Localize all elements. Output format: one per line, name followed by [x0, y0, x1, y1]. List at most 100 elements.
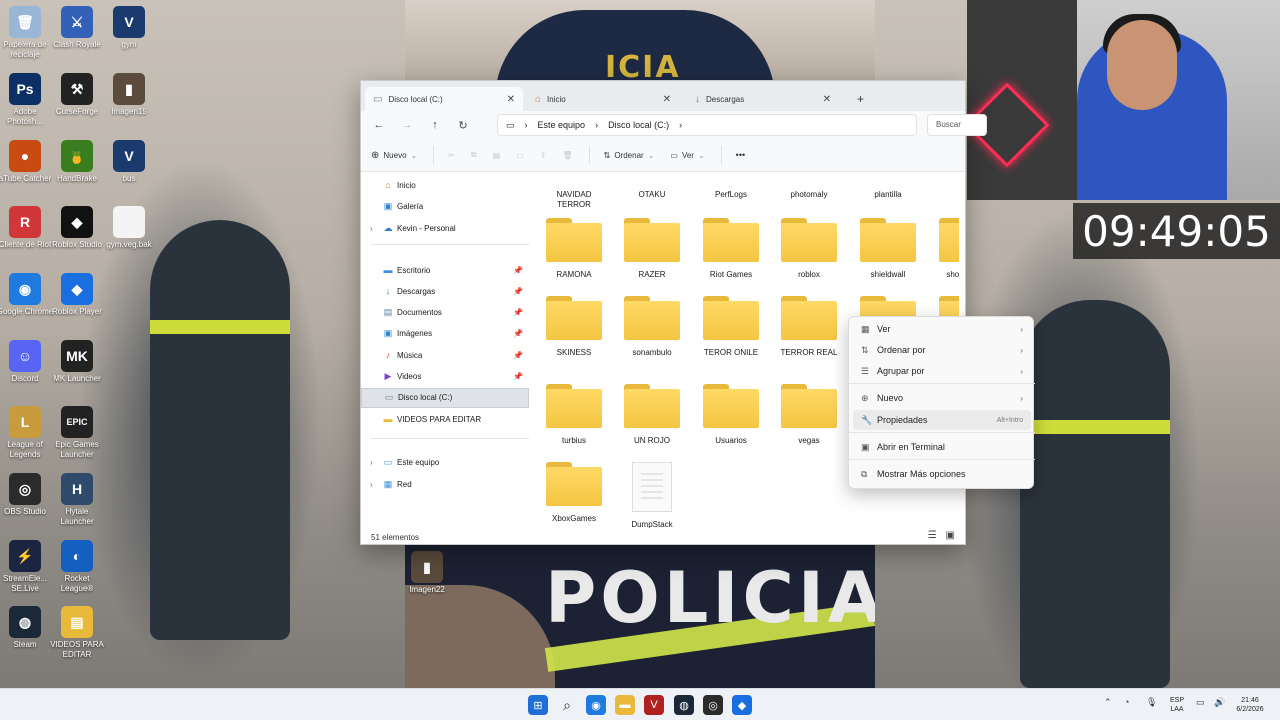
tiles-view-icon[interactable]: ▣	[946, 530, 955, 541]
language-indicator[interactable]: ESP LAA	[1166, 696, 1188, 714]
context-menu-item[interactable]: ☰ Agrupar por ›	[853, 361, 1031, 381]
address-breadcrumb[interactable]: ▭ › Este equipo › Disco local (C:) ›	[497, 114, 917, 136]
context-menu-item[interactable]: ⇅ Ordenar por ›	[853, 340, 1031, 360]
folder-item[interactable]: PerfLogs	[696, 172, 766, 200]
breadcrumb-item[interactable]: Este equipo	[538, 120, 586, 130]
desktop-shortcut[interactable]: ☺ Discord	[0, 340, 54, 384]
desktop-shortcut[interactable]: ◎ OBS Studio	[0, 473, 54, 517]
folder-item[interactable]: shieldwall	[853, 218, 923, 280]
close-tab-icon[interactable]: ✕	[823, 94, 831, 105]
sidebar-item[interactable]: ▣ Galería	[361, 196, 529, 216]
taskbar-steam-icon[interactable]: ◍	[674, 695, 694, 715]
sidebar-item[interactable]: ▤ Documentos 📌	[361, 303, 529, 323]
folder-item[interactable]: plantilla	[853, 172, 923, 200]
new-tab-button[interactable]: +	[849, 87, 873, 111]
desktop-shortcut[interactable]: 🗑 Papelera de reciclaje	[0, 6, 54, 60]
file-item[interactable]: DumpStack	[617, 462, 687, 528]
desktop-shortcut[interactable]: ⚡ StreamEle... SE.Live	[0, 540, 54, 594]
desktop-shortcut[interactable]: ▮ Imagen15	[100, 73, 158, 117]
chevron-right-icon[interactable]: ›	[370, 458, 373, 467]
monitor-icon[interactable]: ▭	[1196, 697, 1205, 708]
context-menu-item[interactable]: ⊕ Nuevo ›	[853, 388, 1031, 408]
microphone-icon[interactable]: 🎙	[1146, 697, 1157, 708]
context-menu-item[interactable]: 🔧 Propiedades Alt+Intro	[853, 410, 1031, 430]
folder-item[interactable]: quic	[932, 172, 959, 200]
desktop-shortcut[interactable]: MK MK Launcher	[48, 340, 106, 384]
desktop-shortcut[interactable]: H Hytale Launcher	[48, 473, 106, 527]
folder-item[interactable]: roblox	[774, 218, 844, 280]
desktop-shortcut[interactable]: ▤ VIDEOS PARA EDITAR	[48, 606, 106, 660]
context-menu-item[interactable]: ⧉ Mostrar Más opciones	[853, 464, 1031, 484]
close-tab-icon[interactable]: ✕	[507, 94, 515, 105]
folder-item[interactable]: OTAKU	[617, 172, 687, 200]
sidebar-item[interactable]: › ☁ Kevin - Personal	[361, 218, 529, 238]
chevron-right-icon[interactable]: ›	[370, 480, 373, 489]
sidebar-item[interactable]: › ▭ Este equipo	[361, 452, 529, 472]
taskbar-vegas-icon[interactable]: V	[644, 695, 664, 715]
sidebar-item[interactable]: ▭ Disco local (C:)	[361, 387, 529, 408]
sidebar-item[interactable]: ↓ Descargas 📌	[361, 281, 529, 301]
desktop-shortcut[interactable]: ▮ Imagen22	[398, 551, 456, 595]
taskbar-chrome-icon[interactable]: ◉	[586, 695, 606, 715]
context-menu-item[interactable]: ▣ Abrir en Terminal	[853, 437, 1031, 457]
taskbar-obs-icon[interactable]: ◎	[703, 695, 723, 715]
desktop-shortcut[interactable]: L League of Legends	[0, 406, 54, 460]
refresh-icon[interactable]: ↻	[449, 119, 477, 132]
folder-item[interactable]: SKINESS	[539, 296, 609, 358]
desktop-shortcut[interactable]: ● aTube Catcher	[0, 140, 54, 184]
folder-item[interactable]: shopgames	[932, 218, 959, 280]
folder-item[interactable]: vegas	[774, 384, 844, 446]
share-icon[interactable]: ⇪	[540, 151, 547, 160]
taskbar-roblox-studio-icon[interactable]: ◆	[732, 695, 752, 715]
folder-item[interactable]: RAZER	[617, 218, 687, 280]
folder-item[interactable]: Riot Games	[696, 218, 766, 280]
folder-item[interactable]: UN ROJO	[617, 384, 687, 446]
desktop-shortcut[interactable]: Ps Adobe Photosh...	[0, 73, 54, 127]
sidebar-item[interactable]: ▬ VIDEOS PARA EDITAR	[361, 409, 529, 429]
sidebar-item[interactable]: › ▦ Red	[361, 474, 529, 494]
view-button[interactable]: ▭ Ver ⌄	[670, 151, 704, 160]
sidebar-item[interactable]: ⌂ Inicio	[361, 175, 529, 195]
desktop-shortcut[interactable]: ⚒ CurseForge	[48, 73, 106, 117]
taskbar-start-icon[interactable]: ⊞	[528, 695, 548, 715]
taskbar-explorer-icon[interactable]: ▬	[615, 695, 635, 715]
back-arrow-icon[interactable]: ←	[365, 119, 393, 131]
sidebar-item[interactable]: ♪ Música 📌	[361, 345, 529, 365]
up-arrow-icon[interactable]: ↑	[421, 119, 449, 131]
tab-descargas[interactable]: ↓ Descargas ✕	[687, 87, 839, 111]
taskbar-search-icon[interactable]: ⌕	[557, 695, 577, 715]
context-menu-item[interactable]: ▦ Ver ›	[853, 319, 1031, 339]
sidebar-item[interactable]: ▣ Imágenes 📌	[361, 324, 529, 344]
sort-button[interactable]: ⇅ Ordenar ⌄	[604, 151, 655, 160]
desktop-shortcut[interactable]: ◆ Roblox Studio	[48, 206, 106, 250]
folder-item[interactable]: photomaly	[774, 172, 844, 200]
folder-item[interactable]: sonambulo	[617, 296, 687, 358]
sidebar-item[interactable]: ▬ Escritorio 📌	[361, 260, 529, 280]
new-button[interactable]: ⊕ Nuevo ⌄	[371, 150, 417, 161]
folder-item[interactable]: TERROR REAL	[774, 296, 844, 358]
chevron-right-icon[interactable]: ›	[370, 224, 373, 233]
copy-icon[interactable]: ⧉	[471, 150, 477, 160]
more-options-icon[interactable]: •••	[736, 150, 745, 160]
tab-inicio[interactable]: ⌂ Inicio ✕	[527, 87, 679, 111]
network-icon[interactable]: ◔	[1124, 697, 1129, 707]
desktop-shortcut[interactable]: ◉ Google Chrome	[0, 273, 54, 317]
folder-item[interactable]: Usuarios	[696, 384, 766, 446]
forward-arrow-icon[interactable]: →	[393, 119, 421, 131]
search-input[interactable]: Buscar	[927, 114, 987, 136]
folder-item[interactable]: XboxGames	[539, 462, 609, 524]
desktop-shortcut[interactable]: Vgym	[100, 6, 158, 50]
desktop-shortcut[interactable]: EPIC Epic Games Launcher	[48, 406, 106, 460]
folder-item[interactable]: NAVIDAD TERROR	[539, 172, 609, 210]
delete-icon[interactable]: 🗑	[562, 151, 572, 160]
desktop-shortcut[interactable]: gym.veg.bak	[100, 206, 158, 250]
desktop-shortcut[interactable]: ◆ Roblox Player	[48, 273, 106, 317]
sidebar-item[interactable]: ▶ Videos 📌	[361, 367, 529, 387]
close-tab-icon[interactable]: ✕	[663, 94, 671, 105]
folder-item[interactable]: RAMONA	[539, 218, 609, 280]
cut-icon[interactable]: ✂	[448, 151, 455, 160]
breadcrumb-item[interactable]: Disco local (C:)	[608, 120, 669, 130]
details-view-icon[interactable]: ☰	[928, 530, 937, 541]
desktop-shortcut[interactable]: ⚔ Clash Royale	[48, 6, 106, 50]
tab-disco-local[interactable]: ▭ Disco local (C:) ✕	[365, 87, 523, 111]
